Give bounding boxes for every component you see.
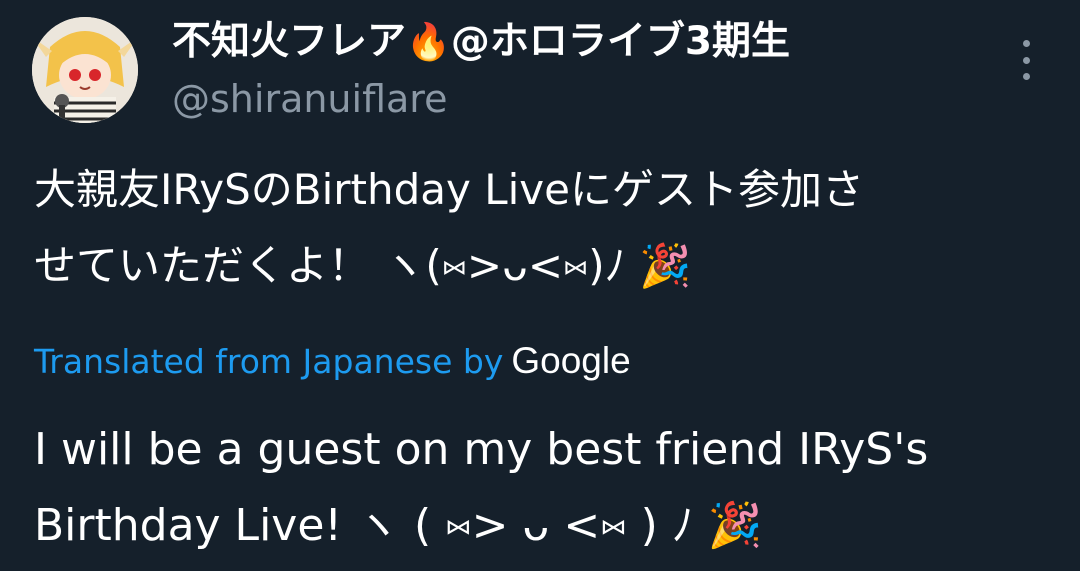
tweet-line: 大親友IRySのBirthday Liveにゲスト参加さ [34,165,864,214]
avatar[interactable] [32,17,138,123]
translation-notice: Translated from Japanese by Google [34,334,631,389]
tweet-text: 大親友IRySのBirthday Liveにゲスト参加さ せていただくよ！ ヽ(… [34,152,1054,304]
more-dot [1022,56,1030,64]
more-dot [1022,40,1030,47]
author-name-text: 不知火フレア [172,19,407,64]
translation-line: Birthday Live! ヽ ( ⑅> ᴗ <⑅ ) ﾉ 🎉 [34,500,763,551]
google-logo: Google [511,340,631,381]
translated-from-link[interactable]: Translated from Japanese by [34,342,503,381]
avatar-image [32,17,138,123]
author-handle[interactable]: @shiranuiflare [172,72,447,126]
translation-line: I will be a guest on my best friend IRyS… [34,424,929,475]
author-name-suffix: @ホロライブ3期生 [450,19,790,64]
tweet-line: せていただくよ！ ヽ(⑅>ᴗ<⑅)ﾉ 🎉 [34,241,692,290]
fire-emoji-icon: 🔥 [406,22,451,63]
more-dot [1022,73,1030,80]
author-display-name[interactable]: 不知火フレア🔥@ホロライブ3期生 [172,14,790,71]
translated-text: I will be a guest on my best friend IRyS… [34,412,1064,564]
more-vertical-icon[interactable] [1016,40,1036,80]
